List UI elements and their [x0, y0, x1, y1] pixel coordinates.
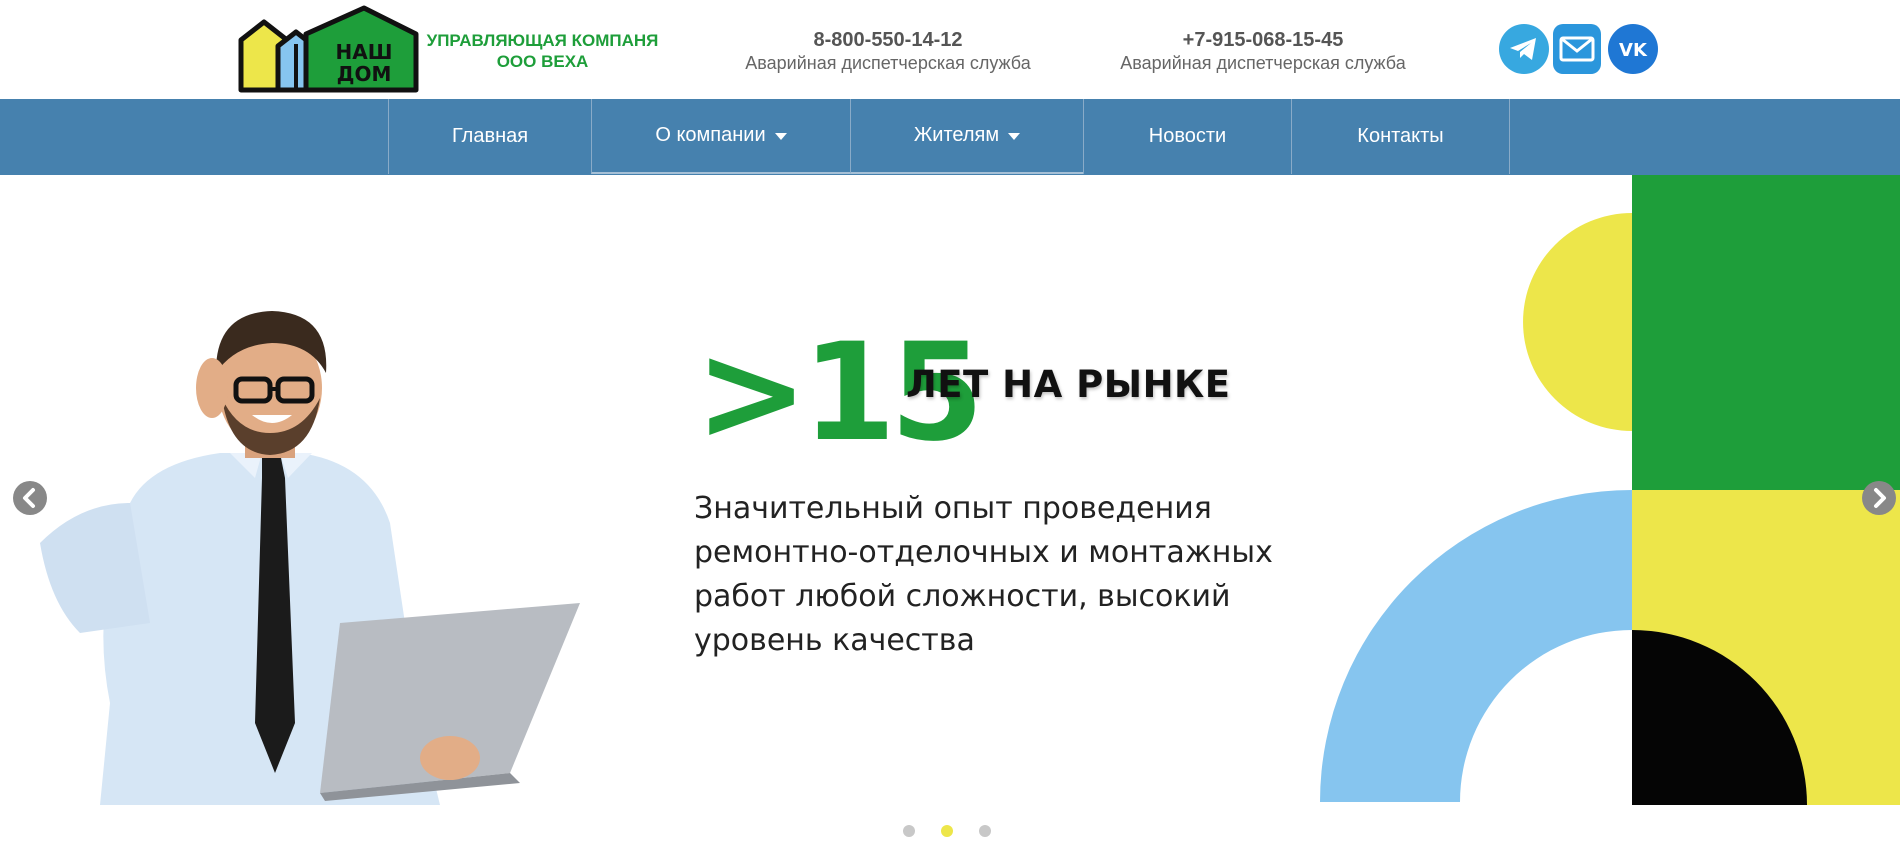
company-line-2: ООО ВЕХА: [496, 52, 589, 71]
site-logo[interactable]: НАШ ДОМ: [238, 4, 420, 94]
slider-dot-2[interactable]: [941, 825, 953, 837]
chevron-right-icon: [1874, 488, 1886, 508]
businessman-laptop-image: [40, 311, 580, 805]
nav-item-news[interactable]: Новости: [1083, 99, 1291, 174]
nav-item-residents[interactable]: Жителям: [850, 99, 1083, 174]
mail-link[interactable]: [1553, 24, 1601, 74]
nav-item-contacts[interactable]: Контакты: [1291, 99, 1510, 174]
vk-link[interactable]: VK: [1608, 24, 1658, 74]
slider-dot-1[interactable]: [903, 825, 915, 837]
phone-link-1[interactable]: 8-800-550-14-12: [723, 28, 1053, 52]
vk-icon: VK: [1619, 40, 1648, 61]
nav-item-home[interactable]: Главная: [388, 99, 591, 174]
contact-block-1: 8-800-550-14-12 Аварийная диспетчерская …: [723, 28, 1053, 74]
telegram-link[interactable]: [1499, 24, 1549, 74]
nav-label-about: О компании: [655, 124, 766, 146]
nav-label-home: Главная: [451, 125, 529, 147]
nav-label-news: Новости: [1148, 125, 1227, 147]
company-name: УПРАВЛЯЮЩАЯ КОМПАНЯ ООО ВЕХА: [425, 30, 660, 72]
telegram-icon: [1510, 38, 1536, 60]
contact-desc-1: Аварийная диспетчерская служба: [745, 53, 1031, 73]
logo-text-1: НАШ: [336, 40, 393, 64]
site-header: НАШ ДОМ УПРАВЛЯЮЩАЯ КОМПАНЯ ООО ВЕХА 8-8…: [0, 0, 1900, 99]
hero-slide: >15 ЛЕТ НА РЫНКЕ Значительный опыт прове…: [0, 175, 1900, 805]
phone-link-2[interactable]: +7-915-068-15-45: [1098, 28, 1428, 52]
decorative-shapes: [1320, 175, 1900, 805]
slide-description: Значительный опыт проведения ремонтно-от…: [694, 491, 1273, 658]
company-line-1: УПРАВЛЯЮЩАЯ КОМПАНЯ: [426, 31, 659, 50]
nav-item-about[interactable]: О компании: [591, 99, 850, 174]
nav-label-contacts: Контакты: [1357, 125, 1444, 147]
slider-next-button[interactable]: [1862, 481, 1896, 515]
chevron-down-icon: [1008, 133, 1021, 140]
years-heading: ЛЕТ НА РЫНКЕ: [906, 363, 1231, 406]
contact-desc-2: Аварийная диспетчерская служба: [1120, 53, 1406, 73]
main-navigation: Главная О компании Жителям Новости Конта…: [0, 99, 1900, 175]
chevron-down-icon: [774, 133, 787, 140]
svg-text:VK: VK: [1619, 40, 1648, 61]
contact-block-2: +7-915-068-15-45 Аварийная диспетчерская…: [1098, 28, 1428, 74]
slider-prev-button[interactable]: [13, 481, 47, 515]
nav-label-residents: Жителям: [913, 124, 1000, 146]
chevron-left-icon: [23, 488, 35, 508]
mail-icon: [1559, 36, 1595, 62]
logo-text-2: ДОМ: [337, 62, 392, 86]
slider-dot-3[interactable]: [979, 825, 991, 837]
